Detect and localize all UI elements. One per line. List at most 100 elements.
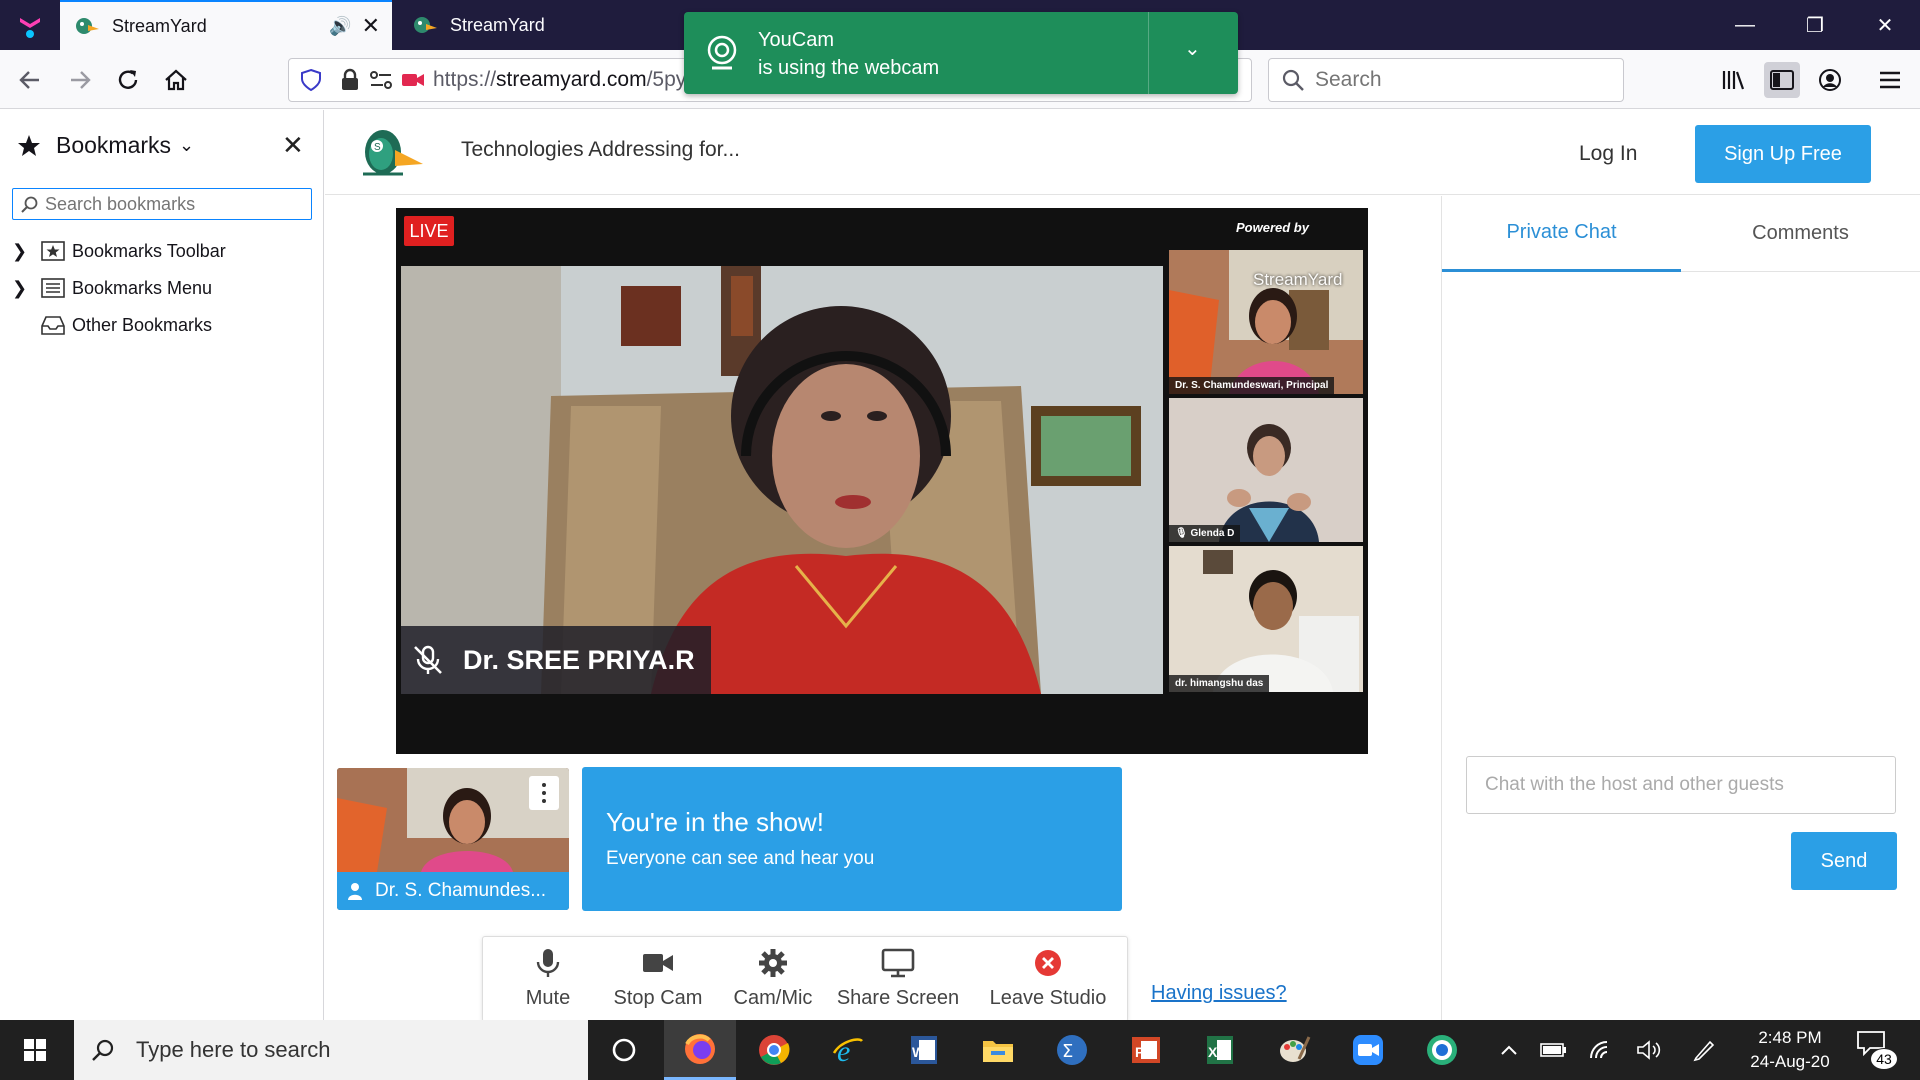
star-folder-icon — [41, 241, 65, 261]
leave-icon — [1031, 947, 1065, 979]
stop-cam-button[interactable]: Stop Cam — [603, 937, 713, 1021]
lock-icon[interactable] — [339, 68, 361, 92]
close-window-icon[interactable]: ✕ — [1850, 0, 1920, 50]
bookmark-folder-toolbar[interactable]: ❯ Bookmarks Toolbar — [12, 236, 226, 266]
svg-text:Σ: Σ — [1062, 1041, 1073, 1062]
more-options-icon[interactable] — [529, 776, 559, 810]
back-icon[interactable] — [10, 60, 50, 100]
shield-icon[interactable] — [299, 68, 323, 92]
pen-icon[interactable] — [1686, 1020, 1722, 1080]
word-taskbar-icon[interactable]: W — [888, 1020, 960, 1080]
bookmark-label: Bookmarks Toolbar — [72, 240, 226, 261]
firefox-menu-icon[interactable] — [0, 0, 60, 50]
tab-comments[interactable]: Comments — [1681, 196, 1920, 272]
close-sidebar-icon[interactable]: ✕ — [282, 130, 304, 161]
muted-mic-icon: 🎙︎ — [1175, 528, 1191, 539]
taskbar-search-placeholder: Type here to search — [136, 1037, 331, 1062]
self-preview[interactable]: Dr. S. Chamundes... — [337, 768, 569, 910]
battery-icon[interactable] — [1536, 1020, 1572, 1080]
participant-thumbnail[interactable]: 🎙︎ Glenda D — [1169, 398, 1363, 542]
reload-icon[interactable] — [108, 60, 148, 100]
bookmark-folder-other[interactable]: Other Bookmarks — [12, 310, 212, 340]
bookmark-folder-menu[interactable]: ❯ Bookmarks Menu — [12, 273, 212, 303]
excel-taskbar-icon[interactable]: X — [1184, 1020, 1256, 1080]
show-hidden-icons-icon[interactable] — [1494, 1020, 1524, 1080]
notification-title: YouCam — [758, 29, 834, 51]
close-tab-icon[interactable]: ✕ — [362, 13, 380, 39]
streamyard-favicon-icon — [414, 17, 437, 33]
cam-mic-settings-button[interactable]: Cam/Mic — [723, 937, 823, 1021]
restore-icon[interactable]: ❐ — [1780, 0, 1850, 50]
control-label: Leave Studio — [989, 987, 1107, 1009]
self-name: Dr. S. Chamundes... — [375, 880, 547, 901]
control-label: Cam/Mic — [733, 987, 813, 1009]
zoom-taskbar-icon[interactable] — [1332, 1020, 1404, 1080]
forward-icon[interactable] — [60, 60, 100, 100]
file-explorer-taskbar-icon[interactable] — [962, 1020, 1034, 1080]
powerpoint-taskbar-icon[interactable]: P — [1110, 1020, 1182, 1080]
speaker-name: Dr. SREE PRIYA.R — [463, 644, 695, 675]
tab-private-chat[interactable]: Private Chat — [1442, 196, 1681, 272]
youcam-taskbar-icon[interactable] — [1406, 1020, 1478, 1080]
camera-icon — [641, 947, 675, 979]
clock-time: 2:48 PM — [1758, 1028, 1822, 1047]
chat-input[interactable] — [1466, 756, 1896, 814]
search-icon — [21, 196, 38, 213]
web-search-input[interactable] — [1315, 68, 1605, 92]
streamyard-logo-icon[interactable]: S — [359, 124, 425, 180]
library-icon[interactable] — [1716, 62, 1752, 98]
bookmarks-search[interactable] — [12, 188, 312, 220]
chevron-right-icon[interactable]: ❯ — [12, 241, 30, 262]
wifi-icon[interactable] — [1584, 1020, 1620, 1080]
home-icon[interactable] — [156, 60, 196, 100]
banner-subtext: Everyone can see and hear you — [606, 848, 875, 869]
mute-button[interactable]: Mute — [503, 937, 593, 1021]
leave-studio-button[interactable]: Leave Studio — [983, 937, 1113, 1021]
windows-taskbar: Type here to search e W Σ P X 2:48 PM 24… — [0, 1020, 1920, 1080]
streamyard-favicon-icon — [76, 18, 99, 34]
paint-taskbar-icon[interactable] — [1258, 1020, 1330, 1080]
tab-streamyard-active[interactable]: StreamYard 🔊 ✕ — [60, 0, 392, 50]
speaker-icon[interactable]: 🔊 — [329, 16, 351, 37]
participant-thumbnail[interactable]: StreamYard Dr. S. Chamundeswari, Princip… — [1169, 250, 1363, 394]
svg-text:S: S — [374, 142, 381, 153]
signup-button[interactable]: Sign Up Free — [1695, 125, 1871, 183]
microphone-icon — [531, 947, 565, 979]
share-screen-button[interactable]: Share Screen — [833, 937, 963, 1021]
participant-name-tag: 🎙︎ Glenda D — [1169, 525, 1241, 542]
login-link[interactable]: Log In — [1579, 142, 1637, 166]
taskbar-clock[interactable]: 2:48 PM 24-Aug-20 — [1720, 1026, 1860, 1074]
chevron-down-icon[interactable]: ⌄ — [1184, 36, 1201, 61]
clock-date: 24-Aug-20 — [1750, 1052, 1830, 1071]
cortana-icon[interactable] — [588, 1020, 660, 1080]
action-center-icon[interactable]: 43 — [1856, 1030, 1900, 1070]
hamburger-menu-icon[interactable] — [1872, 62, 1908, 98]
url-text: https://streamyard.com/5py — [433, 68, 687, 91]
webcam-icon — [707, 35, 737, 70]
chrome-taskbar-icon[interactable] — [738, 1020, 810, 1080]
windows-start-icon[interactable] — [0, 1020, 70, 1080]
math-app-taskbar-icon[interactable]: Σ — [1036, 1020, 1108, 1080]
participant-name: dr. himangshu das — [1169, 675, 1270, 692]
gear-icon — [756, 947, 790, 979]
sidebar-toggle-icon[interactable] — [1764, 62, 1800, 98]
firefox-taskbar-icon[interactable] — [664, 1020, 736, 1080]
webcam-notification[interactable]: YouCam is using the webcam ⌄ — [684, 12, 1238, 94]
minimize-icon[interactable]: — — [1710, 0, 1780, 50]
participant-thumbnail[interactable]: dr. himangshu das — [1169, 546, 1363, 692]
chevron-right-icon[interactable]: ❯ — [12, 278, 30, 299]
permissions-icon[interactable] — [369, 69, 393, 91]
notification-count-badge: 43 — [1870, 1048, 1898, 1070]
internet-explorer-taskbar-icon[interactable]: e — [812, 1020, 884, 1080]
camera-recording-icon[interactable] — [401, 70, 425, 90]
having-issues-link[interactable]: Having issues? — [1151, 982, 1287, 1005]
bookmarks-header[interactable]: Bookmarks ⌄ — [16, 132, 194, 159]
volume-icon[interactable] — [1632, 1020, 1668, 1080]
control-label: Share Screen — [836, 987, 960, 1009]
send-button[interactable]: Send — [1791, 832, 1897, 890]
speaker-name-tag: Dr. SREE PRIYA.R — [401, 626, 711, 694]
account-icon[interactable] — [1812, 62, 1848, 98]
web-search-bar[interactable] — [1268, 58, 1624, 102]
taskbar-search[interactable]: Type here to search — [74, 1020, 588, 1080]
bookmarks-search-input[interactable] — [45, 193, 305, 215]
